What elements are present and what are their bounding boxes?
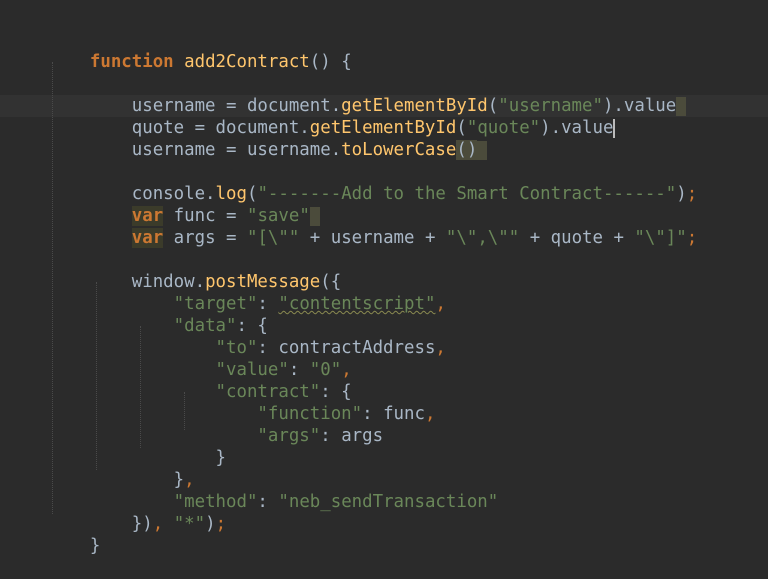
code-text: : args <box>320 426 384 446</box>
semicolon: ; <box>686 228 698 248</box>
code-text: + username + <box>299 228 446 248</box>
function-name: add2Contract <box>184 52 310 72</box>
code-punctuation: () <box>456 140 478 160</box>
code-line-19[interactable]: } <box>48 425 227 468</box>
string-literal: "[\"" <box>246 228 300 248</box>
string-literal: "*" <box>173 514 206 534</box>
code-line-17[interactable]: "function": func, <box>48 381 435 424</box>
string-literal: "\"]" <box>634 228 687 248</box>
code-line-14[interactable]: "to": contractAddress, <box>48 315 446 358</box>
code-line-22[interactable]: }), "*"); <box>48 491 226 534</box>
comma: , <box>424 404 436 424</box>
code-line-16[interactable]: "contract": { <box>48 359 352 402</box>
code-line-4[interactable]: quote = document.getElementById("quote")… <box>48 95 616 138</box>
code-text: username = username. <box>89 140 342 160</box>
string-literal-spellcheck: "contentscript" <box>278 294 436 314</box>
code-text: + quote + <box>519 228 635 248</box>
text-caret <box>613 118 616 138</box>
code-line-8[interactable]: var func = "save" <box>48 183 320 226</box>
code-punctuation: : <box>257 492 279 512</box>
code-punctuation: () { <box>309 52 352 72</box>
string-literal: "\",\"" <box>445 228 520 248</box>
code-line-7[interactable]: console.log("-------Add to the Smart Con… <box>48 161 697 204</box>
code-line-9[interactable]: var args = "[\"" + username + "\",\"" + … <box>48 205 697 248</box>
code-line-5[interactable]: username = username.toLowerCase() <box>48 117 488 160</box>
code-text: ).value <box>540 118 614 138</box>
code-editor[interactable]: function add2Contract() { username = doc… <box>0 0 768 556</box>
line-end-marker <box>477 140 488 160</box>
string-literal: "args" <box>257 426 321 446</box>
code-line-1[interactable]: function add2Contract() { <box>48 29 352 72</box>
code-line-3[interactable]: username = document.getElementById("user… <box>48 73 687 116</box>
code-line-12[interactable]: "target": "contentscript", <box>48 271 446 314</box>
code-text: args = <box>163 228 247 248</box>
keyword-var: var <box>131 228 164 248</box>
code-line-21[interactable]: "method": "neb_sendTransaction" <box>48 469 499 512</box>
comma: , <box>435 338 446 358</box>
code-line-15[interactable]: "value": "0", <box>48 337 352 380</box>
code-line-11[interactable]: window.postMessage({ <box>48 249 341 292</box>
code-line-20[interactable]: }, <box>48 447 195 490</box>
semicolon: ; <box>215 514 227 534</box>
code-punctuation: } <box>89 536 101 556</box>
code-line-18[interactable]: "args": args <box>48 403 383 446</box>
string-literal: "-------Add to the Smart Contract------" <box>257 184 677 204</box>
code-punctuation: ) <box>676 184 687 204</box>
comma: , <box>152 514 164 534</box>
string-literal: "neb_sendTransaction" <box>278 492 499 512</box>
semicolon: ; <box>686 184 698 204</box>
code-punctuation: ) <box>205 514 216 534</box>
keyword-function: function <box>89 52 174 72</box>
comma: , <box>435 294 446 314</box>
method-call: toLowerCase <box>341 140 457 160</box>
code-line-13[interactable]: "data": { <box>48 293 268 336</box>
code-line-23[interactable]: } <box>48 513 100 556</box>
line-end-marker <box>676 96 687 116</box>
